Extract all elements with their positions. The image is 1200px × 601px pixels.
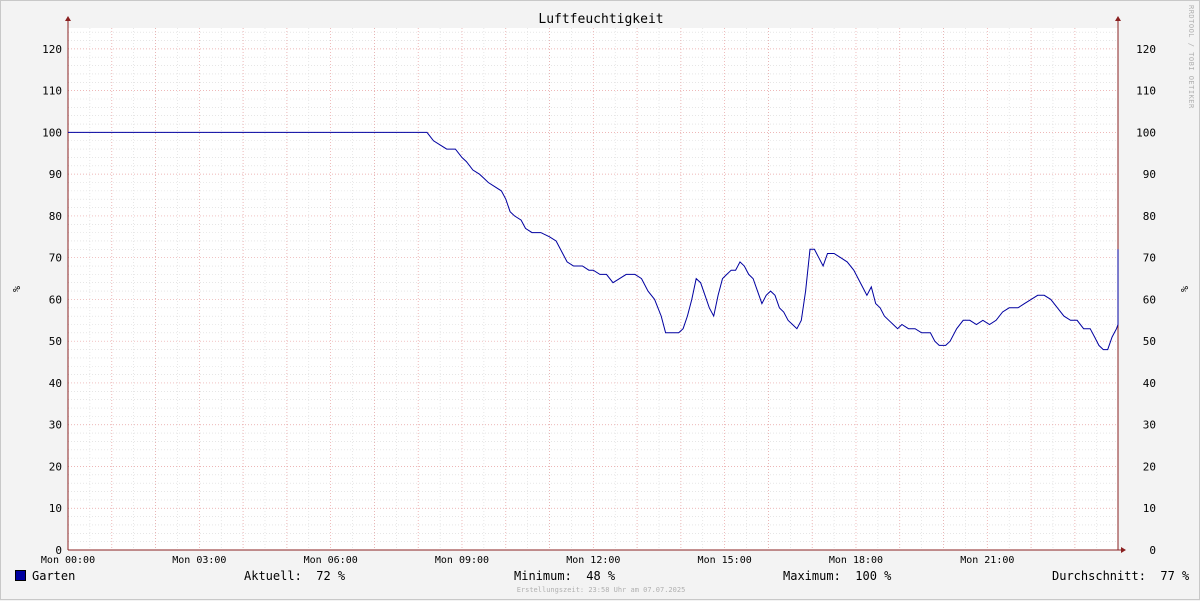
y-axis-label-left: % (10, 286, 21, 292)
y-tick-label-right: 20 (1143, 460, 1156, 473)
y-tick-label-right: 30 (1143, 419, 1156, 432)
y-tick-label-right: 60 (1143, 293, 1156, 306)
y-tick-label-right: 110 (1136, 85, 1156, 98)
rrdtool-watermark: RRDTOOL / TOBI OETIKER (1187, 5, 1195, 109)
legend-max-label: Maximum: (783, 569, 841, 583)
y-tick-label-left: 90 (49, 168, 62, 181)
chart-frame: 0 0 10 10 20 20 30 30 40 40 50 50 60 60 70 70 80 80 90 90 10… (0, 0, 1200, 600)
y-tick-label-right: 10 (1143, 502, 1156, 515)
y-tick-label-right: 50 (1143, 335, 1156, 348)
legend-series-label: Garten (32, 569, 76, 583)
x-tick-label: Mon 00:00 (41, 555, 95, 566)
y-tick-label-left: 40 (49, 377, 62, 390)
y-tick-label-left: 120 (42, 43, 62, 56)
x-tick-label: Mon 18:00 (829, 555, 883, 566)
x-tick-label: Mon 21:00 (960, 555, 1014, 566)
legend-minimum: Minimum: 48 % (514, 569, 615, 583)
y-tick-label-right: 70 (1143, 252, 1156, 265)
legend-current-label: Aktuell: (244, 569, 302, 583)
legend-swatch (15, 570, 26, 581)
chart-title: Luftfeuchtigkeit (538, 12, 664, 27)
y-tick-label-right: 40 (1143, 377, 1156, 390)
legend-avg-label: Durchschnitt: (1052, 569, 1146, 583)
y-tick-label-right: 120 (1136, 43, 1156, 56)
x-tick-label: Mon 12:00 (566, 555, 620, 566)
x-axis-arrow (1121, 547, 1126, 553)
legend-series: Garten (15, 569, 75, 583)
legend-maximum: Maximum: 100 % (783, 569, 891, 583)
y-tick-label-right: 100 (1136, 126, 1156, 139)
legend-min-label: Minimum: (514, 569, 572, 583)
footer-timestamp: Erstellungszeit: 23:58 Uhr am 07.07.2025 (516, 586, 686, 594)
y-tick-label-left: 20 (49, 460, 62, 473)
y-tick-label-left: 60 (49, 293, 62, 306)
legend-avg-value: 77 % (1160, 569, 1190, 583)
y-tick-label-left: 70 (49, 252, 62, 265)
legend-average: Durchschnitt: 77 % (1052, 569, 1189, 583)
legend-max-value: 100 % (855, 569, 892, 583)
y-tick-label-left: 80 (49, 210, 62, 223)
y-tick-label-left: 50 (49, 335, 62, 348)
legend-current: Aktuell: 72 % (244, 569, 345, 583)
legend-current-value: 72 % (316, 569, 346, 583)
chart-plot: 0 010 1020 2030 3040 4050 5060 6070 7080 8090 9010… (10, 16, 1189, 566)
y-axis-label-right: % (1178, 286, 1189, 292)
y-tick-label-left: 10 (49, 502, 62, 515)
y-tick-label-left: 30 (49, 419, 62, 432)
y-tick-label-left: 110 (42, 85, 62, 98)
legend-min-value: 48 % (586, 569, 616, 583)
x-tick-label: Mon 03:00 (172, 555, 226, 566)
y-tick-label-right: 0 (1149, 544, 1156, 557)
x-tick-label: Mon 06:00 (304, 555, 358, 566)
x-tick-label: Mon 15:00 (698, 555, 752, 566)
y-tick-label-right: 80 (1143, 210, 1156, 223)
x-tick-label: Mon 09:00 (435, 555, 489, 566)
y-tick-label-right: 90 (1143, 168, 1156, 181)
y-tick-label-left: 100 (42, 126, 62, 139)
